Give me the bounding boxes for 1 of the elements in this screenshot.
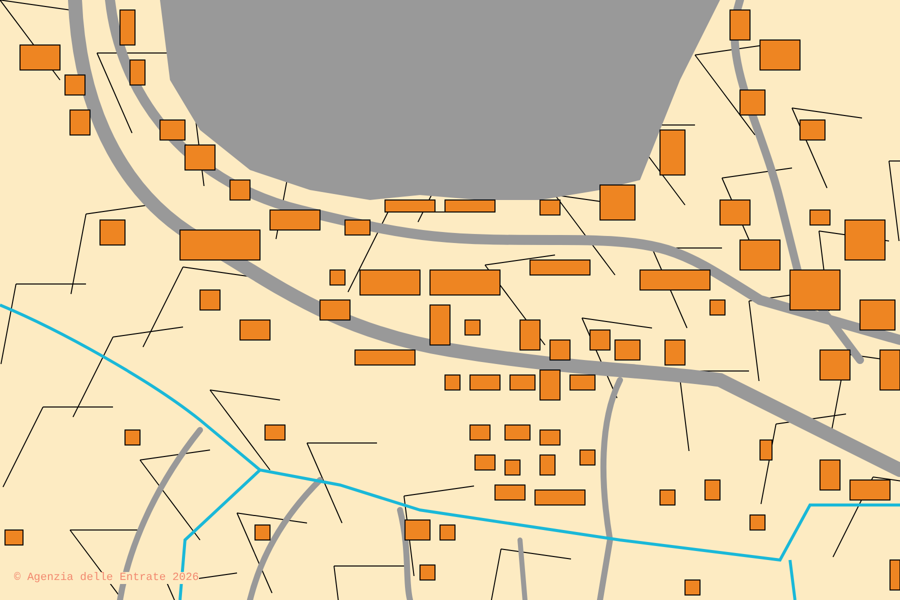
map-attribution: © Agenzia delle Entrate 2026 [14, 572, 199, 584]
